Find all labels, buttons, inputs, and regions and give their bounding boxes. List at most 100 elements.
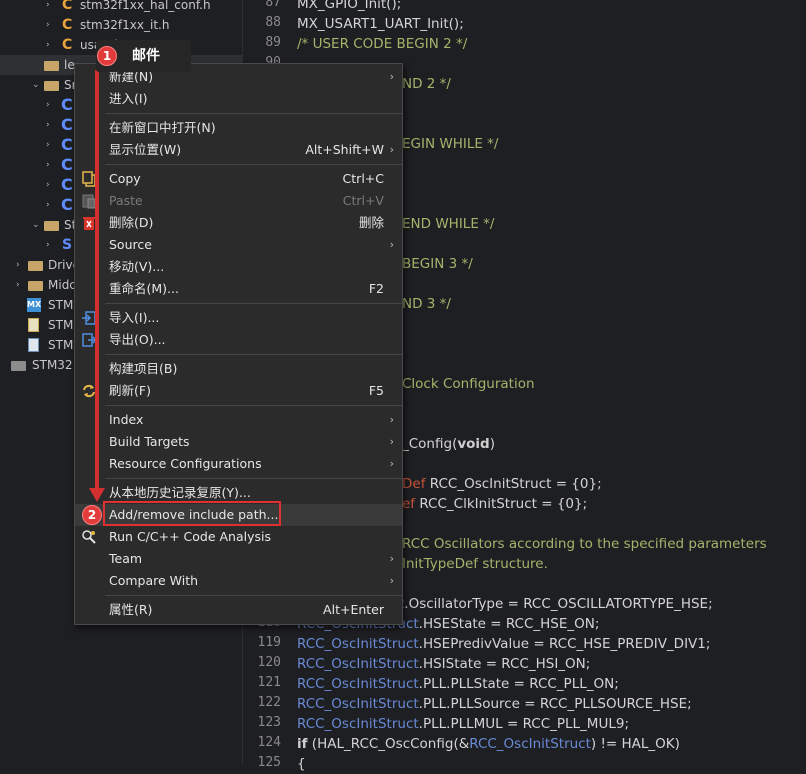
text-file-icon <box>28 318 39 332</box>
code-identifier: RCC_OscInitStruct <box>297 656 419 672</box>
closed-project-icon <box>11 361 26 371</box>
folder-icon <box>44 81 59 91</box>
chevron-right-icon: › <box>46 40 50 50</box>
chevron-right-icon: › <box>46 20 50 30</box>
menu-item-delete[interactable]: 删除(D) 删除 <box>75 212 402 234</box>
menu-item-label: Resource Configurations <box>109 456 262 471</box>
annotation-highlight-box <box>103 501 281 526</box>
menu-separator <box>105 303 402 304</box>
menu-item-run-code-analysis[interactable]: Run C/C++ Code Analysis <box>75 526 402 548</box>
menu-item-build-project[interactable]: 构建项目(B) <box>75 358 402 380</box>
code-token: .HSEState = RCC_HSE_ON; <box>418 616 600 632</box>
menu-item-label: 在新窗口中打开(N) <box>109 120 216 135</box>
menu-item-label: 重命名(M)... <box>109 281 179 296</box>
menu-separator <box>105 405 402 406</box>
menu-separator <box>105 113 402 114</box>
code-fragment: ND 3 */ <box>402 296 451 312</box>
launch-config-icon <box>28 338 39 352</box>
menu-item-resource-configurations[interactable]: Resource Configurations › <box>75 453 402 475</box>
chevron-right-icon: › <box>46 160 50 170</box>
line-number: 122 <box>257 695 281 710</box>
menu-item-label: Run C/C++ Code Analysis <box>109 529 272 544</box>
code-token: .PLL.PLLState = RCC_PLL_ON; <box>418 676 619 692</box>
code-token: _Config( <box>402 436 458 452</box>
menu-item-copy[interactable]: Copy Ctrl+C <box>75 168 402 190</box>
c-source-icon: C <box>61 195 73 214</box>
chevron-right-icon: › <box>16 280 20 290</box>
code-fragment: InitTypeDef structure. <box>402 556 548 572</box>
tree-item-hal-conf[interactable]: › C stm32f1xx_hal_conf.h <box>0 0 242 15</box>
tree-item-label: STM <box>48 298 74 312</box>
menu-shortcut: F5 <box>368 383 384 398</box>
c-source-icon: C <box>61 115 73 134</box>
menu-item-show-in[interactable]: 显示位置(W) Alt+Shift+W › <box>75 139 402 161</box>
code-identifier: RCC_OscInitStruct <box>297 696 419 712</box>
menu-separator <box>105 354 402 355</box>
c-source-icon: C <box>61 175 73 194</box>
code-token: Def <box>402 476 426 492</box>
code-token: ) <box>489 436 495 452</box>
menu-item-paste[interactable]: Paste Ctrl+V <box>75 190 402 212</box>
code-identifier: RCC_OscInitStruct <box>297 676 419 692</box>
code-token: .PLL.PLLMUL = RCC_PLL_MUL9; <box>418 716 629 732</box>
tree-item-it-h[interactable]: › C stm32f1xx_it.h <box>0 15 242 35</box>
menu-item-refresh[interactable]: 刷新(F) F5 <box>75 380 402 402</box>
code-fragment: RCC Oscillators according to the specifi… <box>402 536 767 552</box>
code-fragment: END WHILE */ <box>402 216 495 232</box>
menu-item-index[interactable]: Index › <box>75 409 402 431</box>
chevron-right-icon: › <box>46 240 50 250</box>
menu-item-source[interactable]: Source › <box>75 234 402 256</box>
annotation-tooltip: 1 邮件 <box>96 40 191 72</box>
menu-item-label: 导出(O)... <box>109 332 166 347</box>
menu-item-export[interactable]: 导出(O)... <box>75 329 402 351</box>
code-line: /* USER CODE BEGIN 2 */ <box>297 36 468 52</box>
code-fragment: _Config(void) <box>402 434 495 454</box>
menu-item-compare-with[interactable]: Compare With › <box>75 570 402 592</box>
code-identifier: RCC_OscInitStruct <box>297 716 419 732</box>
menu-item-go-into[interactable]: 进入(I) <box>75 88 402 110</box>
context-menu: 新建(N) › 进入(I) 在新窗口中打开(N) 显示位置(W) Alt+Shi… <box>74 63 403 625</box>
menu-shortcut: Alt+Enter <box>323 602 384 617</box>
line-number: 89 <box>265 35 281 50</box>
chevron-right-icon: › <box>46 100 50 110</box>
code-line: { <box>297 756 306 772</box>
submenu-arrow-icon: › <box>389 457 394 470</box>
menu-item-team[interactable]: Team › <box>75 548 402 570</box>
code-token: ef <box>402 496 416 512</box>
menu-shortcut: F2 <box>368 281 384 296</box>
code-token: ) != HAL_OK) <box>590 736 680 752</box>
c-header-icon: C <box>62 37 73 53</box>
menu-item-label: 构建项目(B) <box>109 361 178 376</box>
menu-item-label: Copy <box>109 171 141 186</box>
tree-item-label: stm32f1xx_it.h <box>80 18 170 32</box>
code-keyword: void <box>457 436 490 452</box>
code-token: .HSIState = RCC_HSI_ON; <box>418 656 591 672</box>
menu-item-open-new-window[interactable]: 在新窗口中打开(N) <box>75 117 402 139</box>
chevron-right-icon: › <box>16 260 20 270</box>
submenu-arrow-icon: › <box>389 413 394 426</box>
code-keyword: if <box>297 736 308 752</box>
code-line: RCC_OscInitStruct.HSEPredivValue = RCC_H… <box>297 634 710 654</box>
step-badge-1: 1 <box>97 46 117 66</box>
c-header-icon: C <box>62 17 73 33</box>
code-line: RCC_OscInitStruct.HSIState = RCC_HSI_ON; <box>297 654 590 674</box>
menu-item-build-targets[interactable]: Build Targets › <box>75 431 402 453</box>
chevron-right-icon: › <box>46 200 50 210</box>
menu-item-label: Compare With <box>109 573 199 588</box>
code-fragment: t.OscillatorType = RCC_OSCILLATORTYPE_HS… <box>399 594 713 614</box>
code-line: if (HAL_RCC_OscConfig(&RCC_OscInitStruct… <box>297 734 680 754</box>
submenu-arrow-icon: › <box>389 238 394 251</box>
c-header-icon: C <box>62 0 73 13</box>
chevron-down-icon: ⌄ <box>32 80 40 90</box>
menu-item-label: 进入(I) <box>109 91 148 106</box>
menu-shortcut: Ctrl+V <box>342 193 384 208</box>
menu-item-label: 删除(D) <box>109 215 154 230</box>
step-badge-2: 2 <box>82 505 102 525</box>
menu-item-properties[interactable]: 属性(R) Alt+Enter <box>75 599 402 621</box>
annotation-arrow-line <box>95 70 99 490</box>
menu-item-move[interactable]: 移动(V)... <box>75 256 402 278</box>
submenu-arrow-icon: › <box>389 552 394 565</box>
menu-item-rename[interactable]: 重命名(M)... F2 <box>75 278 402 300</box>
c-source-icon: C <box>61 95 73 114</box>
menu-item-import[interactable]: 导入(I)... <box>75 307 402 329</box>
